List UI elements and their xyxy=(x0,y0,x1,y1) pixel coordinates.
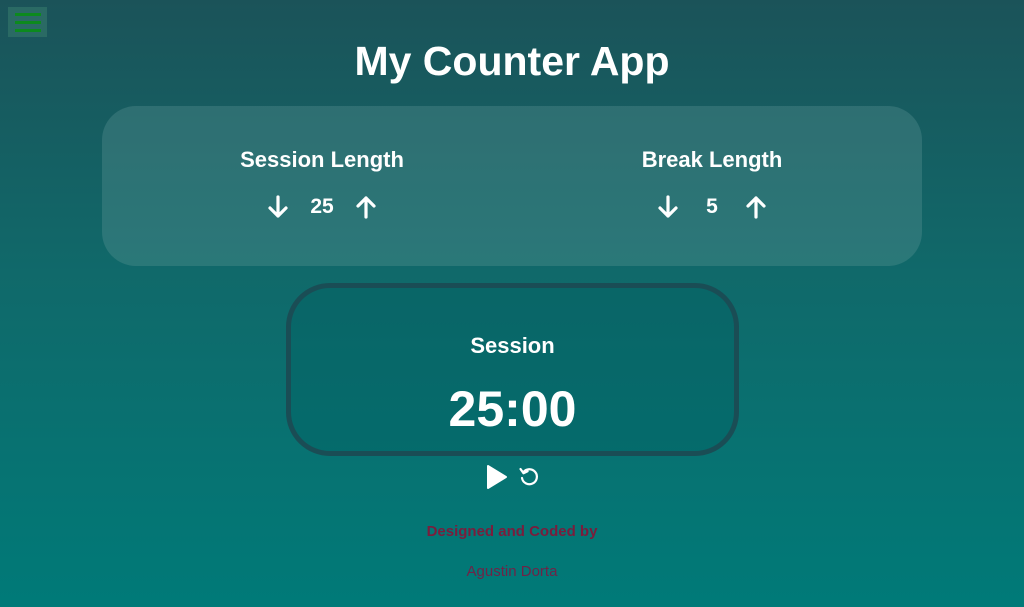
break-increment-button[interactable] xyxy=(743,193,769,221)
break-length-label: Break Length xyxy=(641,147,783,172)
arrow-up-icon xyxy=(356,196,376,219)
hamburger-icon-bar xyxy=(14,12,41,16)
session-length-label: Session Length xyxy=(240,147,404,172)
menu-button[interactable] xyxy=(8,7,47,37)
arrow-down-icon xyxy=(658,195,678,218)
break-length-controls: 5 xyxy=(562,192,862,222)
settings-panel: Session Length 25 Break Length 5 xyxy=(102,106,922,266)
arrow-down-icon xyxy=(268,195,288,218)
session-length-value: 25 xyxy=(310,195,334,218)
hamburger-icon-bar xyxy=(14,28,41,32)
session-length-controls: 25 xyxy=(172,192,472,222)
session-decrement-button[interactable] xyxy=(265,193,291,221)
credit-author-name: Agustin Dorta xyxy=(466,563,558,580)
timer-label: Session xyxy=(470,333,555,358)
session-increment-button[interactable] xyxy=(353,193,379,221)
break-decrement-button[interactable] xyxy=(655,193,681,221)
play-button[interactable] xyxy=(484,464,508,490)
credit-designed-by: Designed and Coded by xyxy=(426,523,598,540)
reset-button[interactable] xyxy=(518,466,540,488)
play-icon xyxy=(487,465,507,489)
page-title: My Counter App xyxy=(354,38,670,84)
timer-time: 25:00 xyxy=(448,381,577,437)
timer-display: Session 25:00 xyxy=(286,283,739,456)
arrow-up-icon xyxy=(746,196,766,219)
playback-controls xyxy=(480,462,544,492)
reset-icon xyxy=(519,467,538,486)
break-length-value: 5 xyxy=(706,195,718,218)
hamburger-icon-bar xyxy=(14,20,41,24)
